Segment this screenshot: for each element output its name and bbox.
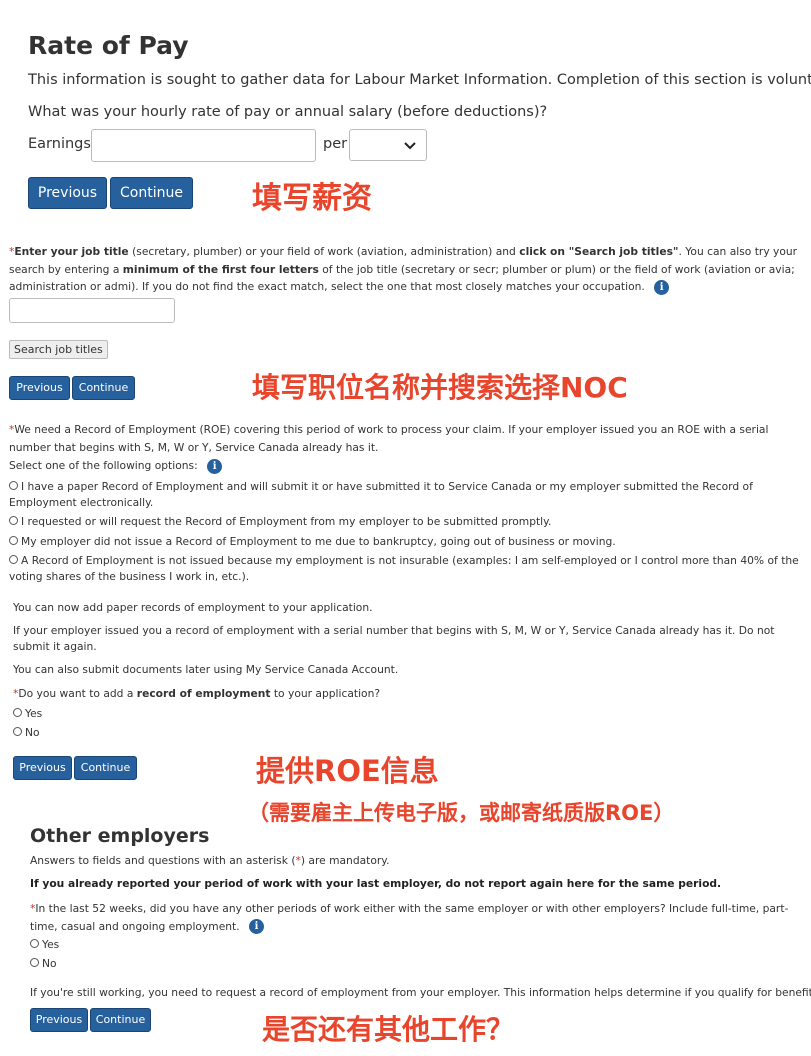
earnings-input[interactable] (91, 129, 316, 162)
add-roe-line-1: You can now add paper records of employm… (13, 601, 373, 614)
roe-select-label: Select one of the following options: i (9, 458, 223, 474)
radio-button[interactable] (9, 516, 18, 525)
info-icon[interactable]: i (654, 279, 670, 295)
radio-button[interactable] (13, 727, 22, 736)
continue-button[interactable]: Continue (110, 177, 193, 209)
roe-option-label: A Record of Employment is not issued bec… (9, 554, 799, 583)
annotation-job-title-noc: 填写职位名称并搜索选择NOC (252, 371, 628, 404)
still-working-note: If you're still working, you need to req… (30, 986, 811, 999)
per-select[interactable] (349, 129, 427, 161)
radio-label-no: No (25, 726, 40, 739)
previous-button[interactable]: Previous (9, 376, 70, 400)
previous-button[interactable]: Previous (28, 177, 107, 209)
other-periods-question-text: In the last 52 weeks, did you have any o… (30, 902, 789, 933)
instruction-bold-1: Enter your job title (14, 245, 129, 258)
previous-button[interactable]: Previous (13, 756, 72, 780)
radio-label-yes: Yes (42, 938, 60, 951)
add-roe-question-text-3: to your application? (270, 687, 381, 700)
other-periods-question: *In the last 52 weeks, did you have any … (30, 900, 805, 935)
instruction-text-2: (secretary, plumber) or your field of wo… (128, 245, 520, 258)
radio-button[interactable] (9, 481, 18, 490)
annotation-roe-note: （需要雇主上传电子版，或邮寄纸质版ROE） (248, 801, 675, 825)
radio-no[interactable]: No (30, 956, 57, 972)
annotation-roe-info: 提供ROE信息 (256, 754, 439, 788)
radio-yes[interactable]: Yes (13, 706, 42, 722)
instruction-bold-5: minimum of the first four letters (122, 262, 319, 276)
job-title-input[interactable] (9, 298, 175, 323)
page-title: Rate of Pay (28, 31, 189, 60)
continue-button[interactable]: Continue (72, 376, 135, 400)
roe-option-label: My employer did not issue a Record of Em… (21, 535, 616, 548)
earnings-label: Earnings (28, 136, 91, 152)
continue-button[interactable]: Continue (90, 1008, 151, 1032)
other-employers-title: Other employers (30, 825, 210, 847)
instruction-bold-3: click on "Search job titles" (519, 245, 679, 258)
roe-option[interactable]: A Record of Employment is not issued bec… (9, 553, 804, 585)
annotation-fill-salary: 填写薪资 (252, 181, 372, 216)
radio-button[interactable] (30, 939, 39, 948)
roe-option[interactable]: I have a paper Record of Employment and … (9, 479, 804, 511)
roe-intro-text: We need a Record of Employment (ROE) cov… (9, 423, 769, 454)
voluntary-info-text: This information is sought to gather dat… (28, 72, 811, 88)
chevron-down-icon (404, 142, 416, 150)
mandatory-note: Answers to fields and questions with an … (30, 853, 389, 869)
add-roe-question-bold: record of employment (136, 687, 271, 700)
annotation-other-work: 是否还有其他工作？ (262, 1013, 515, 1046)
search-job-titles-button[interactable]: Search job titles (9, 340, 108, 359)
job-title-instructions: *Enter your job title (secretary, plumbe… (9, 243, 804, 296)
roe-option[interactable]: My employer did not issue a Record of Em… (9, 534, 804, 550)
add-roe-line-3: You can also submit documents later usin… (13, 663, 399, 676)
info-icon[interactable]: i (249, 919, 265, 934)
info-icon[interactable]: i (207, 458, 223, 474)
roe-option-label: I have a paper Record of Employment and … (9, 480, 753, 509)
radio-button[interactable] (30, 958, 39, 967)
radio-yes[interactable]: Yes (30, 937, 59, 953)
radio-label-no: No (42, 957, 57, 970)
roe-select-label-text: Select one of the following options: (9, 459, 198, 472)
radio-no[interactable]: No (13, 725, 40, 741)
radio-label-yes: Yes (25, 707, 43, 720)
radio-button[interactable] (9, 536, 18, 545)
roe-intro: *We need a Record of Employment (ROE) co… (9, 421, 804, 456)
mandatory-note-text-2: ) are mandatory. (300, 854, 390, 867)
continue-button[interactable]: Continue (74, 756, 137, 780)
radio-button[interactable] (9, 555, 18, 564)
mandatory-note-text-1: Answers to fields and questions with an … (30, 854, 296, 867)
pay-question: What was your hourly rate of pay or annu… (28, 104, 548, 120)
per-label: per (323, 136, 348, 152)
previous-button[interactable]: Previous (30, 1008, 88, 1032)
radio-button[interactable] (13, 708, 22, 717)
add-roe-question-text-1: Do you want to add a (18, 687, 137, 700)
roe-option[interactable]: I requested or will request the Record o… (9, 514, 804, 530)
bold-note: If you already reported your period of w… (30, 877, 722, 890)
roe-option-label: I requested or will request the Record o… (21, 515, 552, 528)
add-roe-question: *Do you want to add a record of employme… (13, 686, 380, 702)
add-roe-line-2: If your employer issued you a record of … (13, 624, 775, 653)
